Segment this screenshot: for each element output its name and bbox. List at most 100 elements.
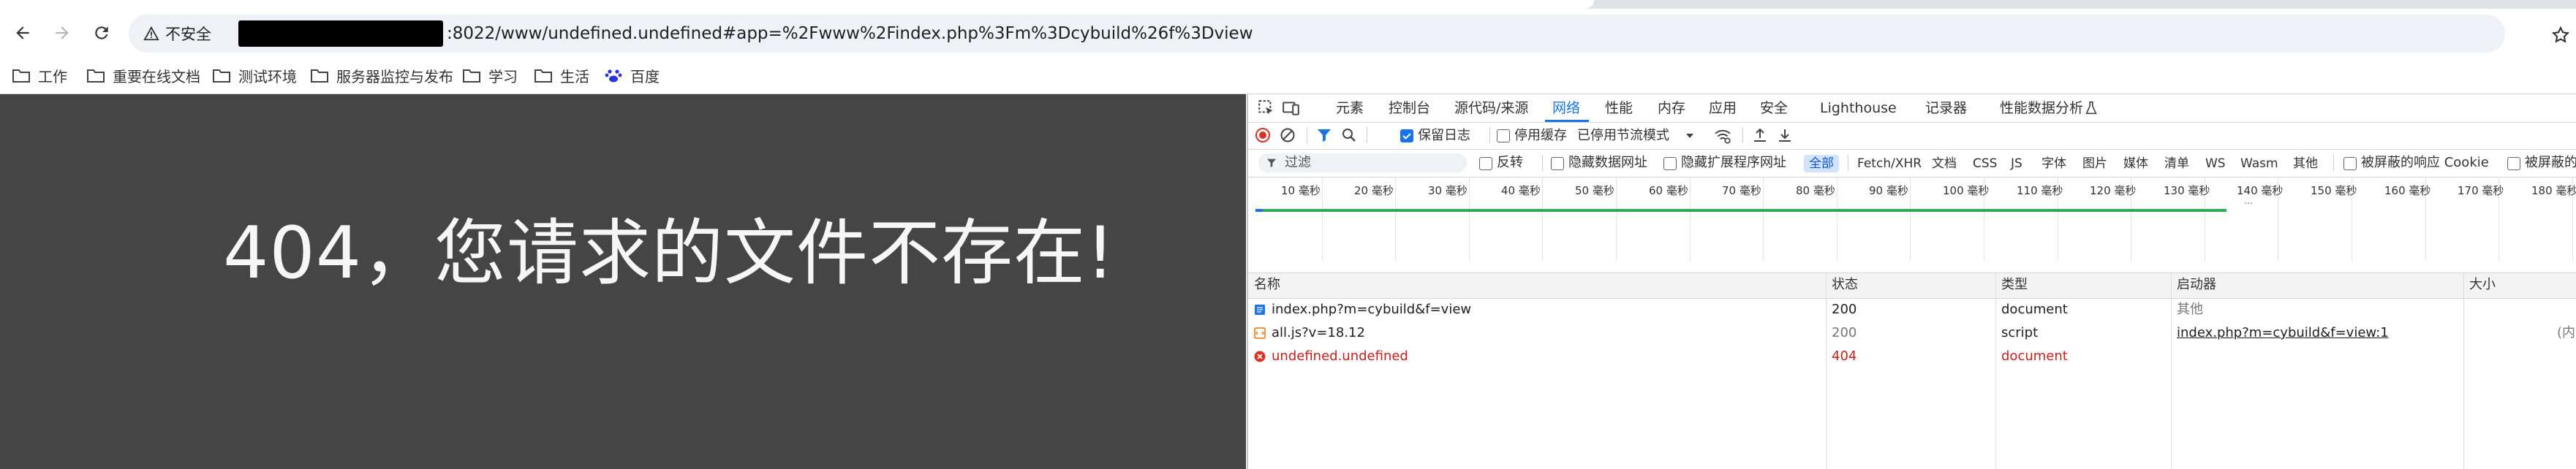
bookmark-folder-work[interactable]: 工作 <box>12 57 67 94</box>
error-message: 404，您请求的文件不存在! <box>223 212 1116 295</box>
record-icon[interactable] <box>1254 126 1272 144</box>
disable-cache-checkbox[interactable] <box>1497 129 1510 142</box>
invert-checkbox[interactable] <box>1479 157 1492 170</box>
bookmark-baidu[interactable]: 百度 <box>604 57 660 94</box>
type-filter-ws[interactable]: WS <box>2200 155 2231 172</box>
timeline-gridline <box>1469 177 1470 261</box>
tab-recorder[interactable]: 记录器 <box>1925 94 1967 122</box>
request-type: document <box>2001 348 2068 364</box>
bookmark-label: 服务器监控与发布 <box>336 67 453 85</box>
request-type: script <box>2001 325 2039 340</box>
network-filter-bar: 过滤 反转 隐藏数据网址 隐藏扩展程序网址 全部 Fetch/XHR 文档 CS… <box>1248 149 2576 178</box>
address-bar[interactable]: 不安全 :8022/www/undefined.undefined#app=%2… <box>129 15 2505 53</box>
site-info-chip[interactable]: 不安全 <box>135 19 222 48</box>
tab-performance[interactable]: 性能 <box>1605 94 1633 122</box>
table-header <box>1248 272 2576 299</box>
timeline-tick-label: 60 毫秒 <box>1649 184 1688 197</box>
hide-extension-urls-checkbox[interactable] <box>1663 157 1677 170</box>
flask-icon <box>2085 101 2097 115</box>
type-filter-media[interactable]: 媒体 <box>2118 155 2153 172</box>
bookmark-label: 学习 <box>488 67 518 85</box>
divider <box>1742 127 1743 143</box>
bookmark-folder-docs[interactable]: 重要在线文档 <box>86 57 200 94</box>
timeline-gridline <box>1542 177 1543 261</box>
timeline-tick-label: 160 毫秒 <box>2384 184 2431 197</box>
type-filter-fetch-xhr[interactable]: Fetch/XHR <box>1852 155 1927 172</box>
page-viewport: 404，您请求的文件不存在! <box>0 94 1246 469</box>
column-size[interactable]: 大小 <box>2469 272 2496 297</box>
dropdown-arrow-icon[interactable] <box>1684 130 1696 142</box>
type-filter-doc[interactable]: 文档 <box>1927 155 1962 172</box>
type-filter-js[interactable]: JS <box>2006 155 2028 172</box>
timeline-gridline <box>1322 177 1323 261</box>
timeline-tick-label: 110 毫秒 <box>2017 184 2063 197</box>
column-initiator[interactable]: 启动器 <box>2177 272 2216 297</box>
type-filter-wasm[interactable]: Wasm <box>2235 155 2284 172</box>
tab-lighthouse[interactable]: Lighthouse <box>1820 94 1897 122</box>
type-filter-other[interactable]: 其他 <box>2288 155 2323 172</box>
tab-performance-insights[interactable]: 性能数据分析 <box>2000 94 2083 122</box>
timeline-tick-label: 70 毫秒 <box>1722 184 1761 197</box>
timeline-tick-label: 80 毫秒 <box>1796 184 1835 197</box>
back-button[interactable] <box>6 16 39 50</box>
tab-sources[interactable]: 源代码/来源 <box>1454 94 1528 122</box>
reload-icon <box>95 26 108 39</box>
preserve-log-checkbox[interactable] <box>1400 129 1413 142</box>
tab-memory[interactable]: 内存 <box>1658 94 1685 122</box>
checkmark-icon <box>1402 133 1411 140</box>
bookmark-label: 测试环境 <box>238 67 297 85</box>
type-filter-manifest[interactable]: 清单 <box>2159 155 2194 172</box>
filter-input[interactable]: 过滤 <box>1258 153 1467 172</box>
bookmark-star-icon[interactable] <box>2550 25 2571 45</box>
request-initiator-link[interactable]: index.php?m=cybuild&f=view:1 <box>2177 321 2389 345</box>
bookmark-folder-server[interactable]: 服务器监控与发布 <box>310 57 453 94</box>
timeline-tick-label: 120 毫秒 <box>2090 184 2137 197</box>
tab-strip <box>0 0 2576 9</box>
device-toolbar-icon[interactable] <box>1282 99 1301 118</box>
active-tab-edge[interactable] <box>0 0 1594 9</box>
request-name: all.js?v=18.12 <box>1272 325 1365 340</box>
type-filter-all[interactable]: 全部 <box>1804 155 1839 172</box>
timeline-tick-label: 100 毫秒 <box>1943 184 1990 197</box>
column-type[interactable]: 类型 <box>2001 272 2028 297</box>
tab-network[interactable]: 网络 <box>1552 94 1580 122</box>
throttle-select[interactable]: 已停用节流模式 <box>1577 122 1669 149</box>
blocked-cookies-checkbox[interactable] <box>2343 157 2357 170</box>
forward-button[interactable] <box>45 16 79 50</box>
script-icon <box>1254 327 1266 339</box>
type-filter-font[interactable]: 字体 <box>2036 155 2071 172</box>
search-icon[interactable] <box>1340 126 1358 144</box>
url-text[interactable]: :8022/www/undefined.undefined#app=%2Fwww… <box>447 15 1253 53</box>
timeline-tick-label: 150 毫秒 <box>2311 184 2357 197</box>
blocked-requests-checkbox[interactable] <box>2507 157 2520 170</box>
export-har-icon[interactable] <box>1776 126 1794 144</box>
preserve-log-label: 保留日志 <box>1418 128 1470 143</box>
filter-icon[interactable] <box>1315 126 1333 144</box>
request-name: undefined.undefined <box>1272 348 1408 364</box>
table-row[interactable]: index.php?m=cybuild&f=view 200 document … <box>1248 298 2576 321</box>
tab-security[interactable]: 安全 <box>1760 94 1788 122</box>
timeline-bar <box>1255 209 2226 212</box>
import-har-icon[interactable] <box>1751 126 1769 144</box>
tab-console[interactable]: 控制台 <box>1389 94 1430 122</box>
table-row[interactable]: all.js?v=18.12 200 script index.php?m=cy… <box>1248 321 2576 345</box>
hide-data-urls-label: 隐藏数据网址 <box>1568 155 1647 170</box>
reload-button[interactable] <box>85 16 118 50</box>
bookmark-folder-life[interactable]: 生活 <box>534 57 589 94</box>
bookmark-folder-study[interactable]: 学习 <box>462 57 518 94</box>
inspect-element-icon[interactable] <box>1257 99 1276 118</box>
table-row[interactable]: undefined.undefined 404 document <box>1248 345 2576 368</box>
tab-application[interactable]: 应用 <box>1709 94 1737 122</box>
tab-elements[interactable]: 元素 <box>1336 94 1364 122</box>
bookmark-folder-test-env[interactable]: 测试环境 <box>212 57 297 94</box>
column-status[interactable]: 状态 <box>1832 272 1858 297</box>
network-conditions-icon[interactable] <box>1713 126 1732 145</box>
browser-toolbar: 不安全 :8022/www/undefined.undefined#app=%2… <box>0 9 2576 57</box>
hide-data-urls-checkbox[interactable] <box>1551 157 1564 170</box>
folder-icon <box>535 69 552 83</box>
request-type: document <box>2001 302 2068 317</box>
clear-icon[interactable] <box>1279 126 1296 144</box>
column-name[interactable]: 名称 <box>1254 272 1280 297</box>
type-filter-css[interactable]: CSS <box>1968 155 2002 172</box>
type-filter-img[interactable]: 图片 <box>2077 155 2112 172</box>
